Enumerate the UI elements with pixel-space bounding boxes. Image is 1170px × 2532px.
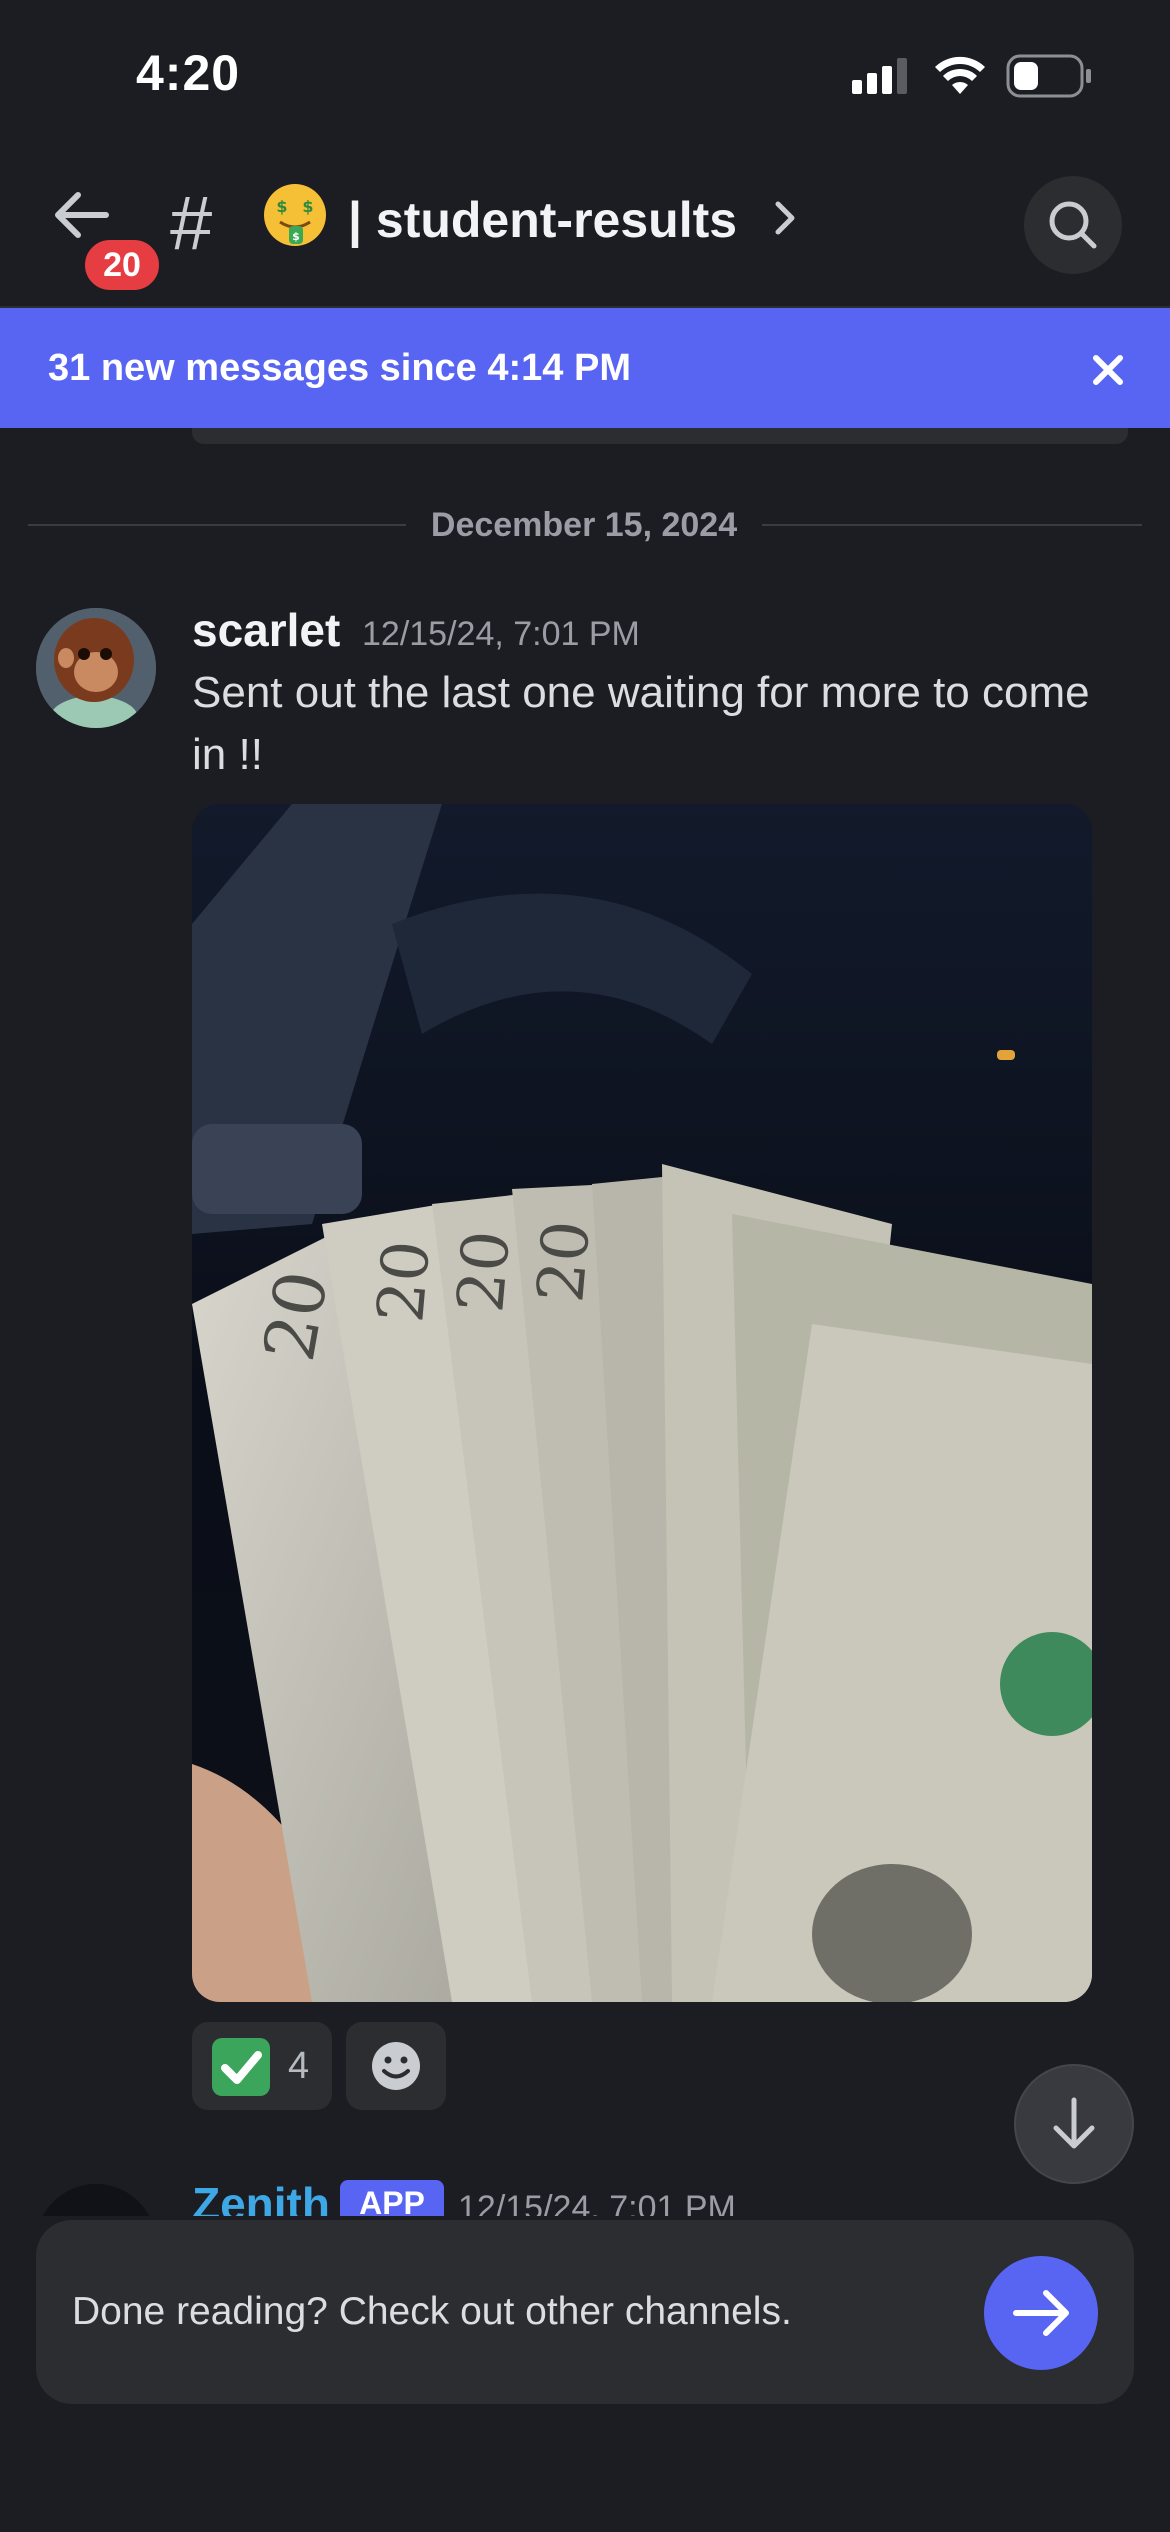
hash-icon: # [170, 181, 213, 266]
cellular-signal-icon [852, 58, 910, 99]
arrow-left-icon [55, 192, 109, 238]
svg-text:20: 20 [248, 1265, 344, 1367]
white-check-mark-emoji [212, 2038, 270, 2096]
previous-embed-edge [192, 428, 1128, 444]
svg-text:20: 20 [364, 1238, 445, 1326]
wifi-icon [934, 56, 986, 101]
done-reading-text: Done reading? Check out other channels. [72, 2290, 792, 2333]
new-messages-text[interactable]: 31 new messages since 4:14 PM [48, 338, 631, 398]
reaction-count: 4 [288, 2045, 310, 2087]
svg-text:$: $ [292, 230, 300, 243]
message-timestamp: 12/15/24, 7:01 PM [362, 615, 640, 653]
arrow-down-icon [1053, 2097, 1095, 2149]
svg-text:20: 20 [524, 1218, 605, 1306]
avatar[interactable] [36, 608, 156, 728]
svg-text:20: 20 [444, 1228, 525, 1316]
unread-count-badge: 20 [80, 235, 164, 295]
status-time: 4:20 [136, 45, 241, 101]
money-mouth-face-emoji: $ $ $ [262, 182, 328, 248]
close-icon[interactable] [1088, 350, 1128, 390]
channel-title[interactable]: | student-results [348, 188, 737, 252]
chevron-right-icon[interactable] [772, 198, 798, 243]
message-image-attachment[interactable]: 20 20 20 20 [192, 804, 1092, 2002]
arrow-right-icon [1013, 2290, 1069, 2336]
search-icon [1049, 201, 1097, 249]
svg-text:$: $ [302, 197, 313, 216]
smiley-face-icon [372, 2042, 420, 2090]
date-divider: December 15, 2024 [430, 506, 738, 544]
go-to-channels-button[interactable] [984, 2256, 1098, 2370]
battery-icon [1006, 54, 1092, 103]
add-reaction-button[interactable] [346, 2022, 446, 2110]
search-button[interactable] [1024, 176, 1122, 274]
message-author[interactable]: scarlet [192, 602, 340, 658]
reaction-check-mark[interactable]: 4 [192, 2022, 332, 2110]
message-text: Sent out the last one waiting for more t… [192, 668, 1090, 779]
svg-text:$: $ [276, 197, 287, 216]
jump-to-bottom-button[interactable] [1014, 2064, 1134, 2184]
date-divider-line [28, 524, 406, 526]
date-divider-line [762, 524, 1142, 526]
